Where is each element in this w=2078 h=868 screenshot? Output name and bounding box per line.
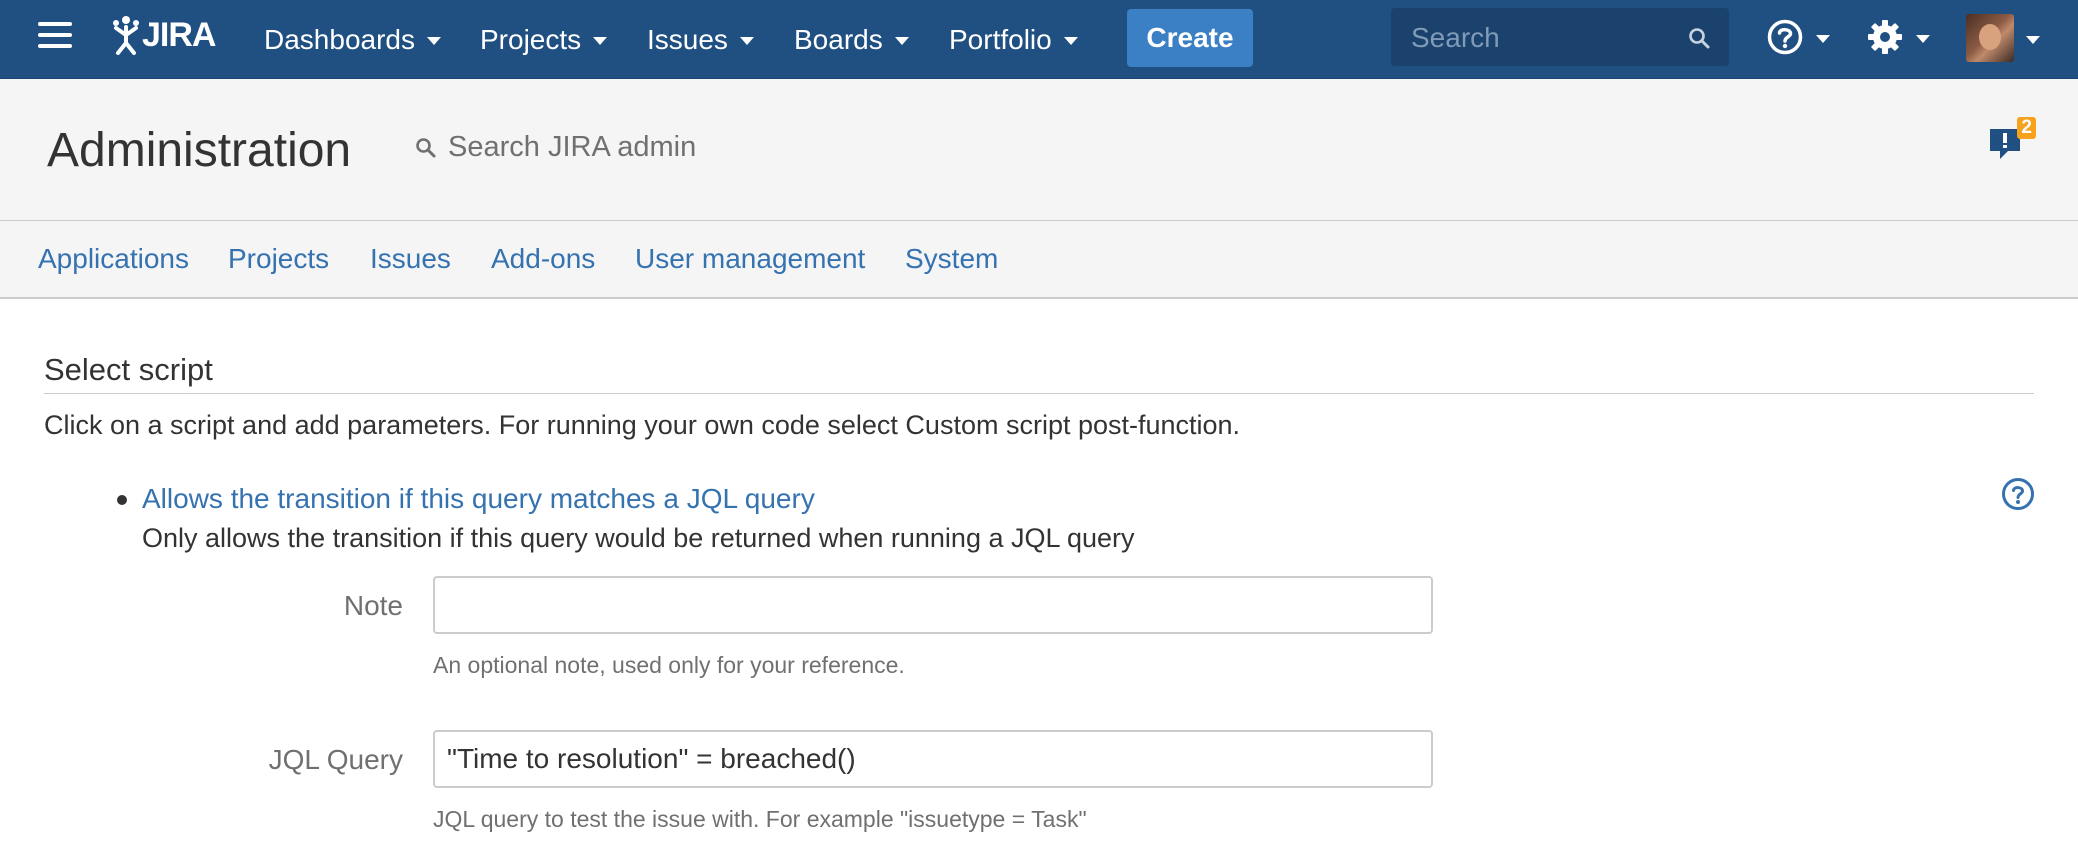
section-title: Select script — [44, 352, 213, 387]
notification-count-badge: 2 — [2017, 117, 2036, 139]
jql-query-field[interactable] — [433, 730, 1433, 788]
gear-icon — [1868, 20, 1902, 54]
nav-boards-label: Boards — [794, 23, 883, 55]
top-navigation-bar: JIRA Dashboards Projects Issues Boards P… — [0, 0, 2078, 79]
nav-portfolio[interactable]: Portfolio — [949, 0, 1078, 79]
admin-header: Administration Search JIRA admin 2 — [0, 79, 2078, 221]
jira-logo-icon — [113, 16, 139, 55]
chevron-down-icon — [894, 37, 909, 45]
chevron-down-icon — [739, 37, 754, 45]
help-icon — [1767, 19, 1803, 55]
nav-boards[interactable]: Boards — [794, 0, 909, 79]
nav-projects[interactable]: Projects — [480, 0, 608, 79]
user-profile-menu[interactable] — [1966, 14, 2040, 62]
tab-user-management[interactable]: User management — [635, 243, 865, 275]
avatar — [1966, 14, 2014, 62]
search-icon — [416, 137, 436, 157]
section-divider — [44, 393, 2034, 394]
nav-portfolio-label: Portfolio — [949, 23, 1052, 55]
nav-projects-label: Projects — [480, 23, 582, 55]
tab-add-ons[interactable]: Add-ons — [491, 243, 595, 275]
page-title: Administration — [47, 124, 352, 177]
create-button[interactable]: Create — [1127, 9, 1253, 67]
script-description: Only allows the transition if this query… — [142, 523, 1135, 553]
chevron-down-icon — [426, 37, 441, 45]
list-bullet — [117, 495, 127, 505]
notifications-button[interactable]: 2 — [1986, 117, 2036, 165]
script-help-button[interactable] — [2001, 477, 2035, 516]
note-help-text: An optional note, used only for your ref… — [433, 652, 905, 678]
app-switcher-menu-icon[interactable] — [38, 22, 72, 52]
admin-search[interactable]: Search JIRA admin — [414, 131, 696, 164]
quick-search-input[interactable] — [1409, 8, 1683, 68]
admin-settings-menu[interactable] — [1866, 18, 1930, 56]
note-label: Note — [343, 590, 403, 621]
intro-text: Click on a script and add parameters. Fo… — [44, 410, 1241, 440]
help-icon — [2002, 478, 2034, 510]
script-title-link[interactable]: Allows the transition if this query matc… — [142, 483, 815, 515]
chevron-down-icon — [2026, 35, 2040, 44]
nav-dashboards-label: Dashboards — [264, 23, 415, 55]
note-field[interactable] — [433, 576, 1433, 634]
chevron-down-icon — [593, 37, 608, 45]
jql-query-help-text: JQL query to test the issue with. For ex… — [433, 806, 1087, 832]
search-icon[interactable] — [1687, 26, 1711, 50]
jql-query-label: JQL Query — [268, 744, 403, 775]
tab-applications[interactable]: Applications — [38, 243, 189, 275]
chevron-down-icon — [1816, 34, 1830, 43]
nav-issues[interactable]: Issues — [647, 0, 754, 79]
jira-logo[interactable]: JIRA — [112, 12, 216, 58]
help-menu[interactable] — [1766, 18, 1830, 56]
tab-issues[interactable]: Issues — [370, 243, 451, 275]
quick-search — [1391, 8, 1729, 68]
logo-text: JIRA — [142, 15, 216, 54]
nav-dashboards[interactable]: Dashboards — [264, 0, 441, 79]
admin-tabs: Applications Projects Issues Add-ons Use… — [0, 221, 2078, 299]
admin-search-placeholder: Search JIRA admin — [448, 131, 697, 163]
tab-projects[interactable]: Projects — [228, 243, 329, 275]
chevron-down-icon — [1063, 37, 1078, 45]
tab-system[interactable]: System — [905, 243, 998, 275]
chevron-down-icon — [1916, 34, 1930, 43]
nav-issues-label: Issues — [647, 23, 728, 55]
